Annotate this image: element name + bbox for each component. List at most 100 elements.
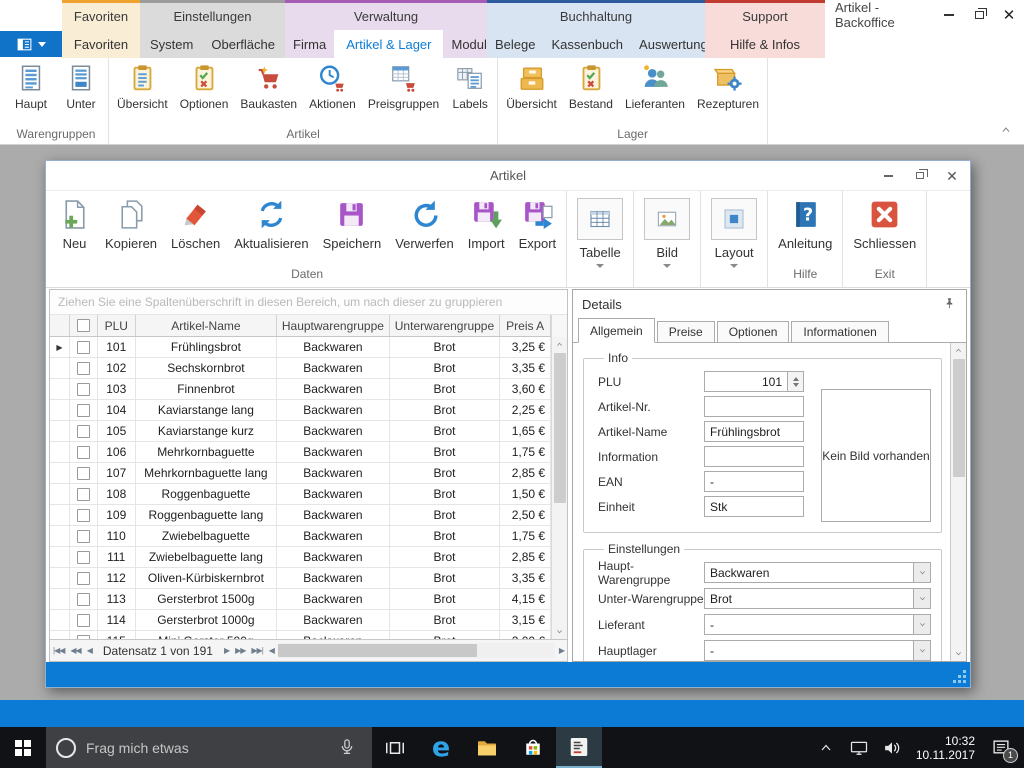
dropdown-button[interactable] (913, 615, 930, 634)
table-row[interactable]: 115Mini Gerster 500gBackwarenBrot2,00 € (50, 631, 551, 639)
row-select-cell[interactable] (70, 631, 98, 639)
row-select-cell[interactable] (70, 547, 98, 567)
tab-kassenbuch[interactable]: Kassenbuch (543, 30, 631, 58)
table-row[interactable]: 105Kaviarstange kurzBackwarenBrot1,65 € (50, 421, 551, 442)
minimize-button[interactable] (934, 0, 964, 30)
table-row[interactable]: 112Oliven-KürbiskernbrotBackwarenBrot3,3… (50, 568, 551, 589)
scroll-down-button[interactable] (951, 646, 966, 661)
pin-button[interactable] (943, 297, 957, 311)
dropdown-lieferant[interactable]: - (704, 614, 931, 635)
row-select-cell[interactable] (70, 463, 98, 483)
row-select-cell[interactable] (70, 379, 98, 399)
dropdown-hauptlager[interactable]: - (704, 640, 931, 661)
row-select-cell[interactable] (70, 526, 98, 546)
ribbon-button-rezepturen[interactable]: Rezepturen (691, 63, 765, 111)
artikelnr-field[interactable] (704, 396, 804, 417)
dropdown-unter-warengruppe[interactable]: Brot (704, 588, 931, 609)
scroll-down-button[interactable] (552, 624, 567, 639)
backoffice-app-button[interactable] (556, 727, 602, 768)
row-select-cell[interactable] (70, 610, 98, 630)
scroll-up-button[interactable] (951, 343, 966, 358)
toolbar-button-verwerfen[interactable]: Verwerfen (388, 198, 461, 251)
close-button[interactable]: ✕ (994, 0, 1024, 30)
toolbar-button-tabelle[interactable]: Tabelle (570, 198, 630, 268)
artikel-close-button[interactable]: ✕ (938, 166, 966, 186)
ribbon-collapse-button[interactable] (1000, 125, 1014, 137)
ribbon-button-aktionen[interactable]: Aktionen (303, 63, 362, 111)
table-row[interactable]: 113Gersterbrot 1500gBackwarenBrot4,15 € (50, 589, 551, 610)
dropdown-button[interactable] (913, 563, 930, 582)
tab-firma[interactable]: Firma (285, 30, 334, 58)
volume-button[interactable] (879, 735, 905, 761)
details-tab-optionen[interactable]: Optionen (717, 321, 790, 342)
table-row[interactable]: ▶101FrühlingsbrotBackwarenBrot3,25 € (50, 337, 551, 358)
tab-hilfe-und-infos[interactable]: Hilfe & Infos (722, 30, 808, 58)
select-all-header[interactable] (70, 315, 98, 336)
tab-favoriten[interactable]: Favoriten (66, 30, 136, 58)
toolbar-button-export[interactable]: Export (512, 198, 564, 251)
table-row[interactable]: 108RoggenbaguetteBackwarenBrot1,50 € (50, 484, 551, 505)
microphone-button[interactable] (332, 738, 362, 758)
row-select-cell[interactable] (70, 400, 98, 420)
restore-button[interactable] (964, 0, 994, 30)
toolbar-button-schliessen[interactable]: Schliessen (846, 198, 923, 251)
details-tab-allgemein[interactable]: Allgemein (578, 318, 655, 343)
scrollbar-thumb[interactable] (953, 359, 965, 477)
ean-field[interactable] (704, 471, 804, 492)
column-header-unterwarengruppe[interactable]: Unterwarengruppe (390, 315, 501, 336)
column-header-hauptwarengruppe[interactable]: Hauptwarengruppe (277, 315, 390, 336)
table-row[interactable]: 114Gersterbrot 1000gBackwarenBrot3,15 € (50, 610, 551, 631)
column-header-plu[interactable]: PLU (98, 315, 136, 336)
ribbon-button-haupt[interactable]: Haupt (6, 63, 56, 111)
artikel-maximize-button[interactable] (906, 166, 934, 186)
tab-artikel-und-lager[interactable]: Artikel & Lager (334, 30, 443, 58)
toolbar-button-neu[interactable]: Neu (51, 198, 98, 251)
information-field[interactable] (704, 446, 804, 467)
toolbar-button-speichern[interactable]: Speichern (316, 198, 389, 251)
details-tab-informationen[interactable]: Informationen (791, 321, 888, 342)
ribbon-button-labels[interactable]: Labels (445, 63, 495, 111)
ribbon-button-preisgruppen[interactable]: Preisgruppen (362, 63, 445, 111)
scrollbar-thumb[interactable] (278, 644, 477, 657)
ribbon-button-baukasten[interactable]: Baukasten (234, 63, 303, 111)
toolbar-button-bild[interactable]: Bild (637, 198, 697, 268)
ribbon-button-uebersicht[interactable]: Übersicht (500, 63, 563, 111)
row-select-cell[interactable] (70, 337, 98, 357)
file-explorer-button[interactable] (464, 727, 510, 768)
tray-expand-button[interactable] (813, 735, 839, 761)
hscroll-right-button[interactable]: ▶ (556, 646, 567, 655)
toolbar-button-aktualisieren[interactable]: Aktualisieren (227, 198, 315, 251)
app-menu-button[interactable] (0, 31, 62, 57)
start-button[interactable] (0, 727, 46, 768)
ribbon-button-uebersicht[interactable]: Übersicht (111, 63, 174, 111)
table-row[interactable]: 110ZwiebelbaguetteBackwarenBrot1,75 € (50, 526, 551, 547)
toolbar-button-kopieren[interactable]: Kopieren (98, 198, 164, 251)
row-select-cell[interactable] (70, 442, 98, 462)
dropdown-haupt-warengruppe[interactable]: Backwaren (704, 562, 931, 583)
ribbon-button-bestand[interactable]: Bestand (563, 63, 619, 111)
artikel-minimize-button[interactable] (874, 166, 902, 186)
next-page-button[interactable]: ▶▶ (232, 646, 248, 655)
clock[interactable]: 10:32 10.11.2017 (912, 734, 979, 762)
dropdown-button[interactable] (913, 589, 930, 608)
toolbar-button-loeschen[interactable]: Löschen (164, 198, 227, 251)
row-select-cell[interactable] (70, 421, 98, 441)
toolbar-button-anleitung[interactable]: Anleitung (771, 198, 839, 251)
table-row[interactable]: 106MehrkornbaguetteBackwarenBrot1,75 € (50, 442, 551, 463)
table-row[interactable]: 103FinnenbrotBackwarenBrot3,60 € (50, 379, 551, 400)
artikelname-field[interactable] (704, 421, 804, 442)
table-row[interactable]: 109Roggenbaguette langBackwarenBrot2,50 … (50, 505, 551, 526)
table-row[interactable]: 104Kaviarstange langBackwarenBrot2,25 € (50, 400, 551, 421)
table-row[interactable]: 102SechskornbrotBackwarenBrot3,35 € (50, 358, 551, 379)
ribbon-button-lieferanten[interactable]: Lieferanten (619, 63, 691, 111)
row-select-cell[interactable] (70, 484, 98, 504)
scrollbar-thumb[interactable] (554, 353, 566, 503)
ribbon-button-optionen[interactable]: Optionen (174, 63, 235, 111)
row-select-cell[interactable] (70, 589, 98, 609)
action-center-button[interactable]: 1 (986, 733, 1016, 763)
next-record-button[interactable]: ▶ (221, 646, 232, 655)
toolbar-button-import[interactable]: Import (461, 198, 512, 251)
row-select-cell[interactable] (70, 568, 98, 588)
network-button[interactable] (846, 735, 872, 761)
toolbar-button-layout[interactable]: Layout (704, 198, 764, 268)
